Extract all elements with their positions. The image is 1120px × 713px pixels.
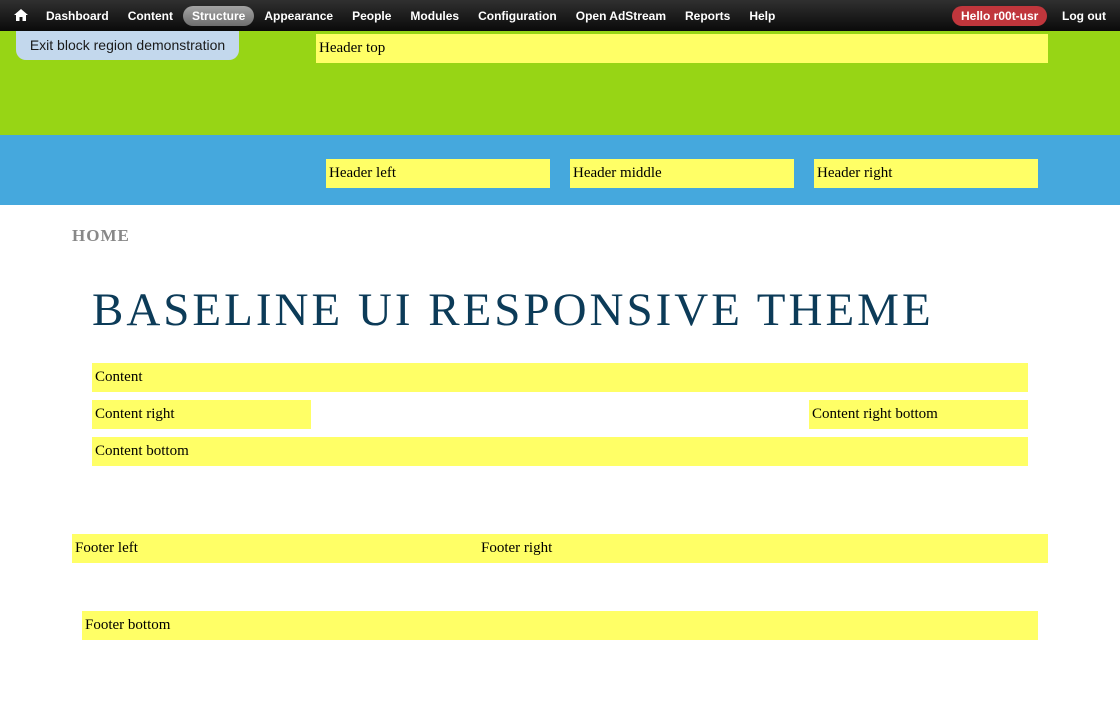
site-title: BASELINE UI RESPONSIVE THEME xyxy=(92,284,934,336)
region-content-right-bottom: Content right bottom xyxy=(809,400,1028,429)
toolbar-item-reports[interactable]: Reports xyxy=(676,6,739,26)
region-header-right: Header right xyxy=(814,159,1038,188)
breadcrumb-home[interactable]: HOME xyxy=(72,226,130,246)
logout-link[interactable]: Log out xyxy=(1062,9,1106,23)
toolbar-item-configuration[interactable]: Configuration xyxy=(469,6,566,26)
admin-toolbar: Dashboard Content Structure Appearance P… xyxy=(0,0,1120,31)
toolbar-item-structure[interactable]: Structure xyxy=(183,5,255,26)
region-footer-left: Footer left xyxy=(72,534,478,563)
toolbar-item-help[interactable]: Help xyxy=(740,6,784,26)
region-footer-right: Footer right xyxy=(478,534,1048,563)
toolbar-item-people[interactable]: People xyxy=(343,6,400,26)
user-badge[interactable]: Hello r00t-usr xyxy=(952,6,1048,26)
region-header-middle: Header middle xyxy=(570,159,794,188)
toolbar-menu: Dashboard Content Structure Appearance P… xyxy=(37,0,785,31)
home-icon[interactable] xyxy=(13,8,29,22)
toolbar-item-dashboard[interactable]: Dashboard xyxy=(37,6,118,26)
exit-demonstration-button[interactable]: Exit block region demonstration xyxy=(16,31,239,60)
region-footer-bottom: Footer bottom xyxy=(82,611,1038,640)
region-header-left: Header left xyxy=(326,159,550,188)
toolbar-item-modules[interactable]: Modules xyxy=(401,6,468,26)
toolbar-item-appearance[interactable]: Appearance xyxy=(255,6,342,26)
region-content-bottom: Content bottom xyxy=(92,437,1028,466)
region-header-top: Header top xyxy=(316,34,1048,63)
toolbar-item-content[interactable]: Content xyxy=(119,6,182,26)
toolbar-item-open-adstream[interactable]: Open AdStream xyxy=(567,6,675,26)
region-content: Content xyxy=(92,363,1028,392)
region-content-right: Content right xyxy=(92,400,311,429)
